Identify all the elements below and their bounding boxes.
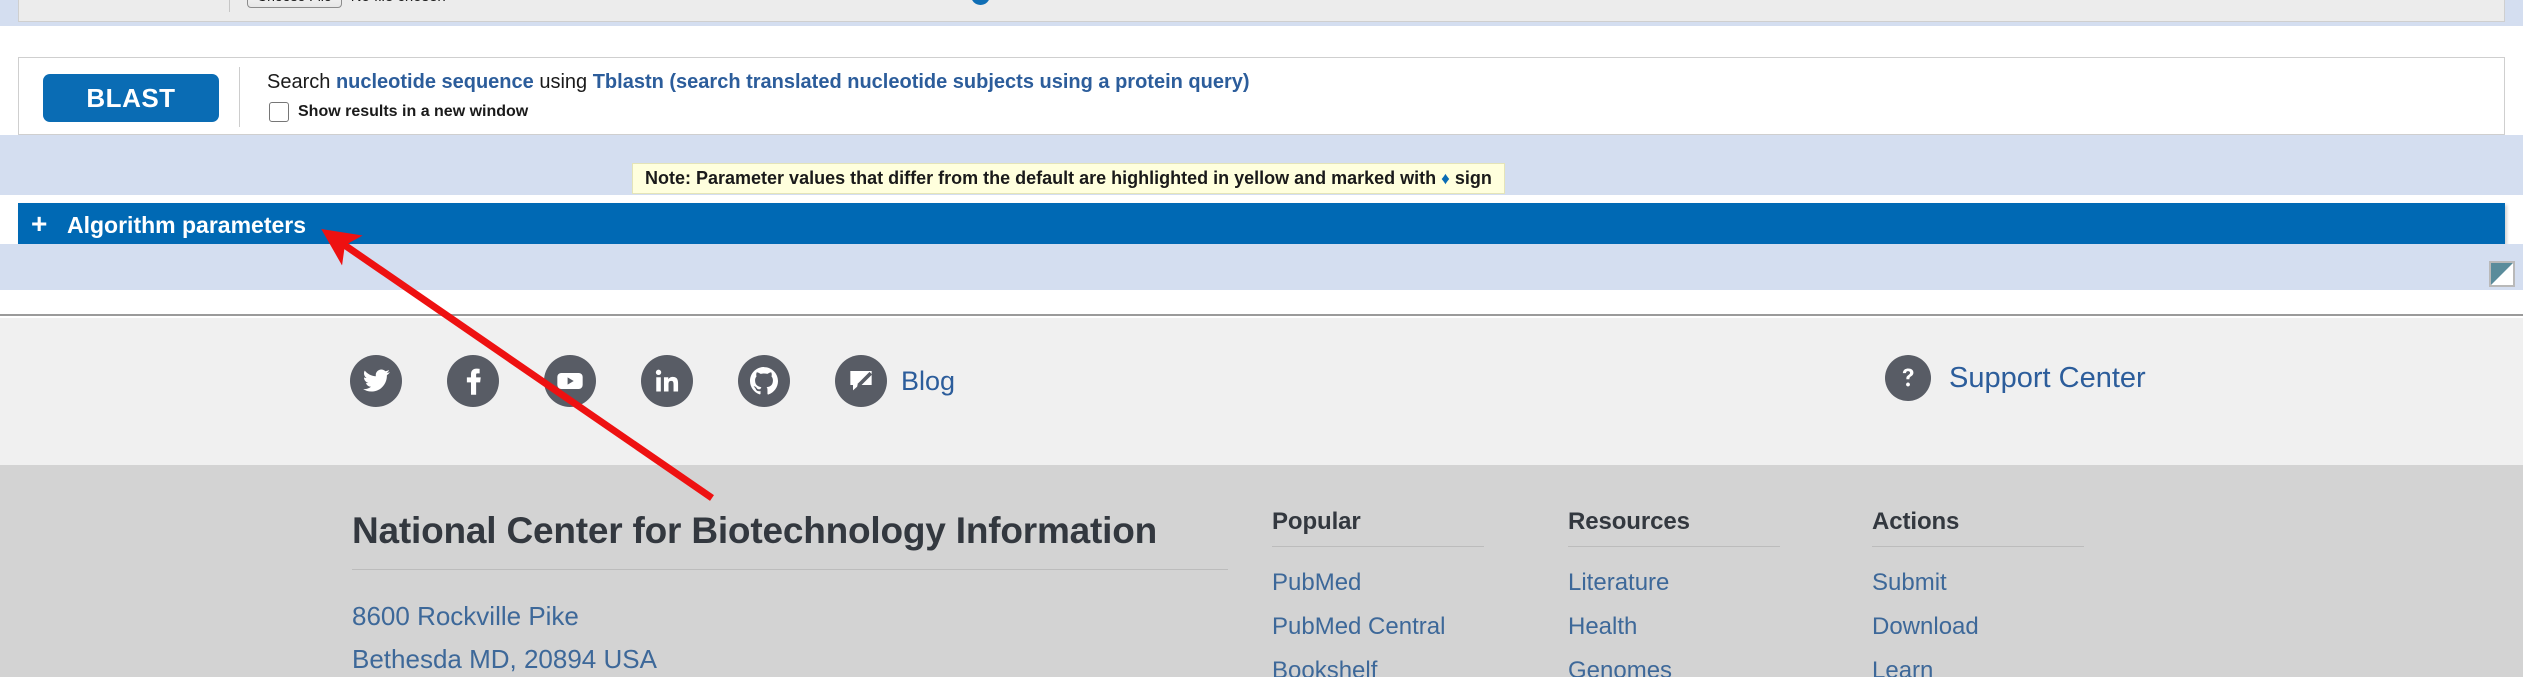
footer-column-resources: Resources Literature Health Genomes	[1568, 508, 1868, 677]
note-text-after: sign	[1449, 168, 1492, 188]
footer-link-pubmed-central[interactable]: PubMed Central	[1272, 605, 1572, 649]
social-links-row: Blog	[350, 355, 955, 407]
upload-panel: Choose File No file chosen i	[18, 0, 2505, 22]
footer-link-learn[interactable]: Learn	[1872, 649, 2172, 677]
page-root: Choose File No file chosen i BLAST Searc…	[0, 0, 2523, 677]
show-results-new-window-row[interactable]: Show results in a new window	[269, 102, 528, 122]
desc-middle: using	[533, 71, 593, 93]
footer-column-actions: Actions Submit Download Learn	[1872, 508, 2172, 677]
desc-prefix: Search	[267, 71, 336, 93]
blast-submit-button[interactable]: BLAST	[43, 74, 219, 122]
footer-heading-actions: Actions	[1872, 508, 1960, 535]
ncbi-address-line-2[interactable]: Bethesda MD, 20894 USA	[352, 638, 657, 677]
footer-heading-popular: Popular	[1272, 508, 1361, 535]
ncbi-address[interactable]: 8600 Rockville Pike Bethesda MD, 20894 U…	[352, 595, 657, 677]
parameter-default-note: Note: Parameter values that differ from …	[632, 163, 1505, 194]
footer-column-popular: Popular PubMed PubMed Central Bookshelf	[1272, 508, 1572, 677]
footer-column-divider	[1568, 546, 1780, 547]
blog-link[interactable]: Blog	[835, 355, 955, 407]
footer-link-health[interactable]: Health	[1568, 605, 1868, 649]
support-center-link[interactable]: Support Center	[1885, 355, 2146, 401]
blast-search-description: Search nucleotide sequence using Tblastn…	[267, 70, 1250, 94]
question-mark-icon[interactable]	[1885, 355, 1931, 401]
facebook-icon[interactable]	[447, 355, 499, 407]
footer-link-genomes[interactable]: Genomes	[1568, 649, 1868, 677]
ncbi-title-divider	[352, 569, 1228, 570]
plus-expand-icon[interactable]: +	[31, 210, 47, 238]
algorithm-parameters-spacer	[0, 244, 2523, 290]
blog-label[interactable]: Blog	[901, 366, 955, 397]
ncbi-address-line-1[interactable]: 8600 Rockville Pike	[352, 595, 657, 638]
footer-link-pubmed[interactable]: PubMed	[1272, 561, 1572, 605]
diamond-marker-icon: ♦	[1441, 169, 1450, 188]
footer-link-download[interactable]: Download	[1872, 605, 2172, 649]
blast-submit-panel: BLAST Search nucleotide sequence using T…	[18, 57, 2505, 135]
algorithm-parameters-bar[interactable]: + Algorithm parameters	[18, 203, 2505, 244]
no-file-chosen-label: No file chosen	[351, 0, 446, 5]
algorithm-parameters-label[interactable]: Algorithm parameters	[67, 212, 306, 238]
textarea-resize-handle[interactable]	[2489, 261, 2515, 287]
file-upload-row: Choose File No file chosen	[247, 0, 446, 9]
footer-column-divider	[1272, 546, 1484, 547]
show-results-new-window-checkbox[interactable]	[269, 102, 289, 122]
ncbi-org-title: National Center for Biotechnology Inform…	[352, 510, 1158, 551]
linkedin-icon[interactable]	[641, 355, 693, 407]
blog-pencil-icon[interactable]	[835, 355, 887, 407]
upload-panel-strip: Choose File No file chosen i	[0, 0, 2523, 26]
twitter-icon[interactable]	[350, 355, 402, 407]
footer-column-divider	[1872, 546, 2084, 547]
footer-link-bookshelf[interactable]: Bookshelf	[1272, 649, 1572, 677]
youtube-icon[interactable]	[544, 355, 596, 407]
footer-heading-resources: Resources	[1568, 508, 1690, 535]
choose-file-button[interactable]: Choose File	[247, 0, 342, 8]
github-icon[interactable]	[738, 355, 790, 407]
info-circle-icon[interactable]: i	[971, 0, 990, 5]
footer-link-submit[interactable]: Submit	[1872, 561, 2172, 605]
nucleotide-sequence-link[interactable]: nucleotide sequence	[336, 71, 534, 93]
support-center-label[interactable]: Support Center	[1949, 362, 2146, 395]
footer-link-literature[interactable]: Literature	[1568, 561, 1868, 605]
note-text-before: Note: Parameter values that differ from …	[645, 168, 1442, 188]
panel-divider	[229, 0, 230, 12]
tblastn-program-link[interactable]: Tblastn (search translated nucleotide su…	[593, 71, 1250, 93]
show-results-new-window-label[interactable]: Show results in a new window	[298, 103, 528, 121]
blast-panel-divider	[239, 67, 240, 127]
content-bottom-gap	[0, 290, 2523, 316]
